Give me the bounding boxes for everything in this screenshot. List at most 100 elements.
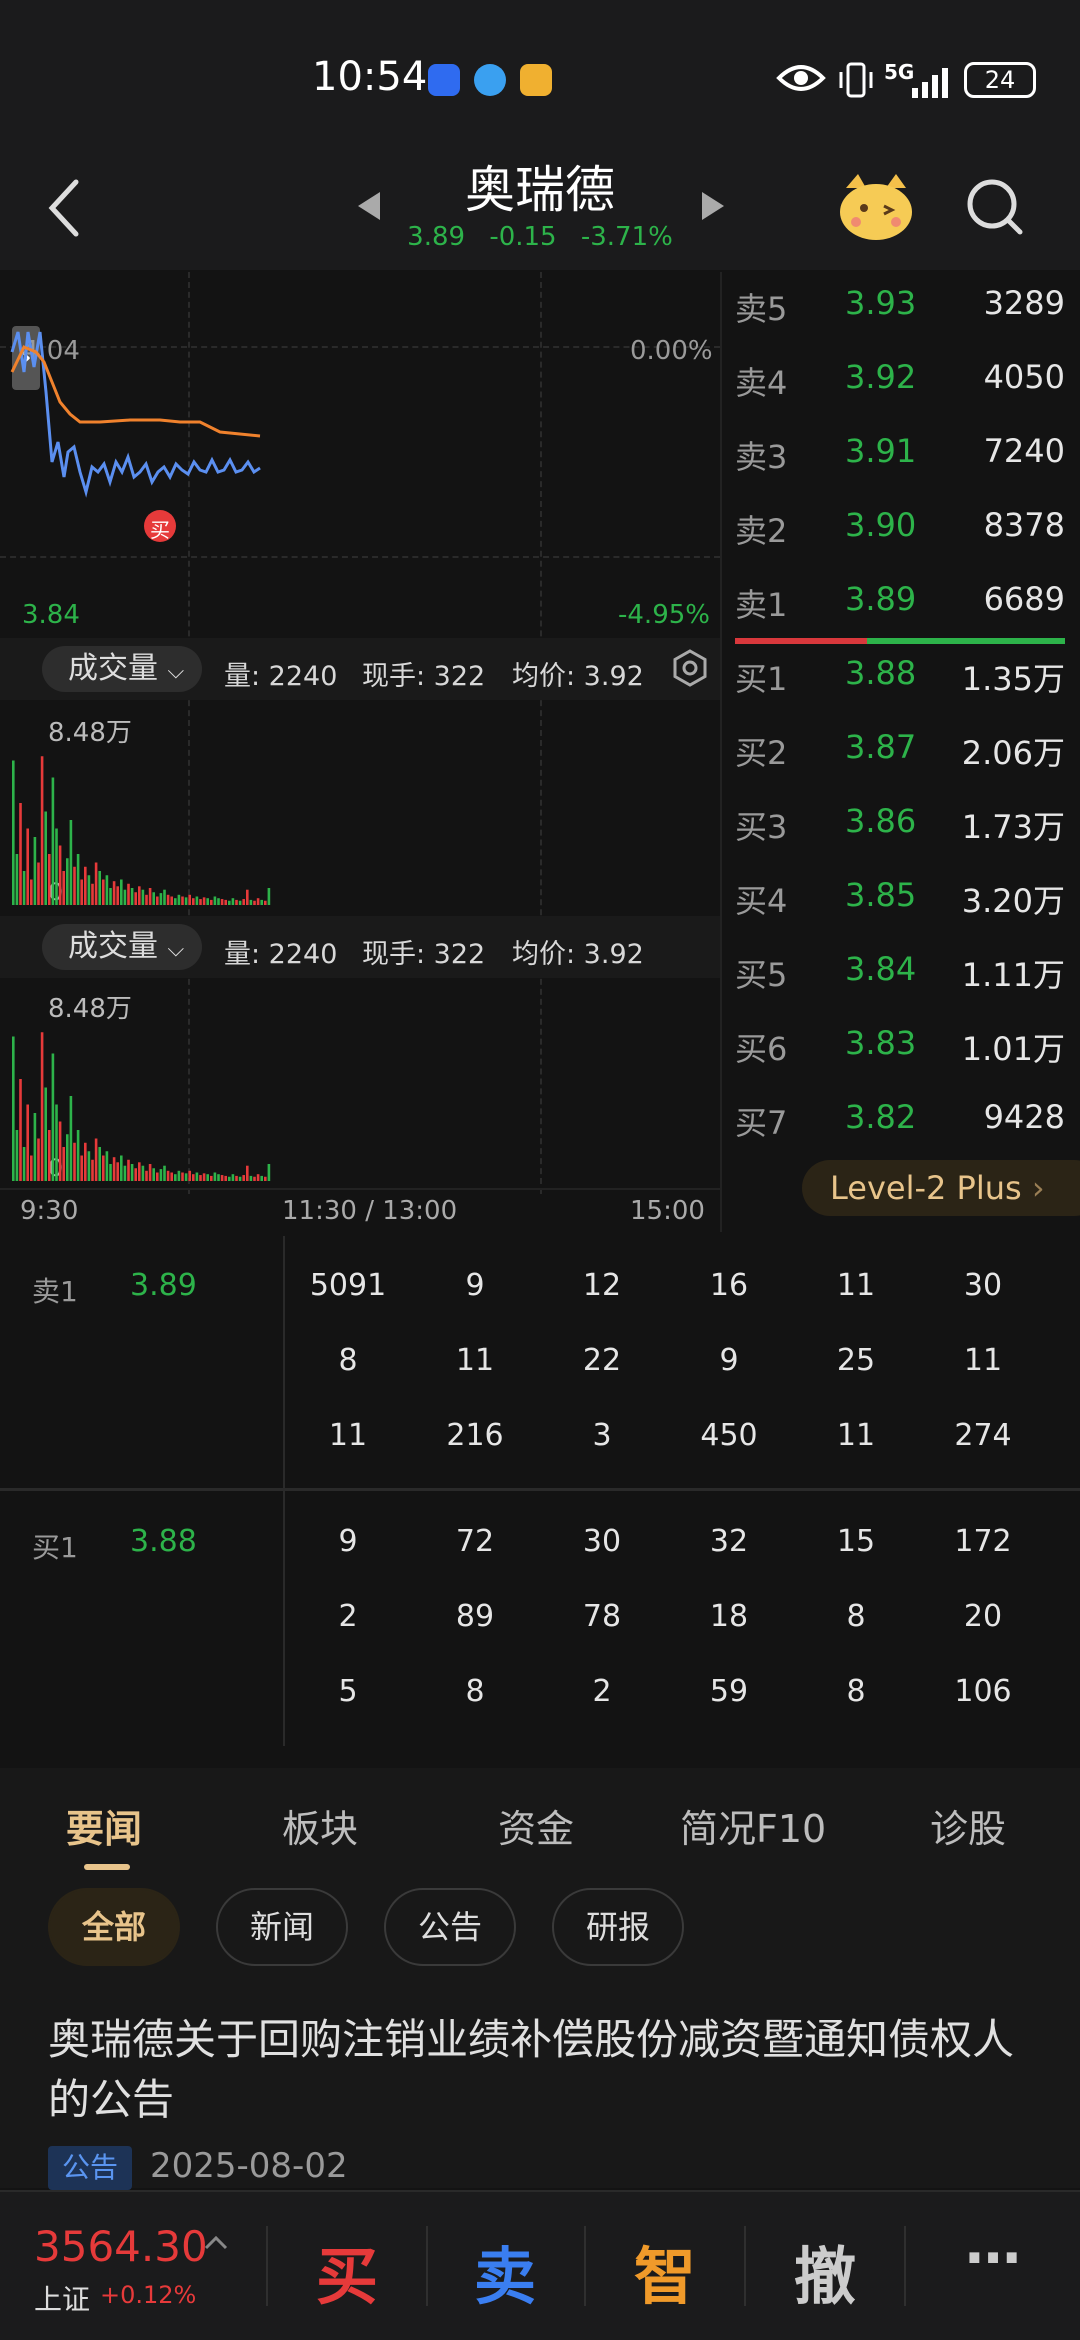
volume-bar: [22, 1147, 26, 1181]
volume-bar: [30, 879, 33, 905]
level2-label: Level-2 Plus: [830, 1169, 1022, 1207]
volume-bar: [267, 1164, 271, 1181]
signal-icon: [912, 68, 948, 98]
more-button[interactable]: ⋯: [938, 2226, 1048, 2291]
queue-buy-cell: 30: [582, 1524, 622, 1559]
volume-bar: [76, 1130, 80, 1181]
volume-bar: [202, 1173, 206, 1181]
volume-bar: [102, 879, 105, 905]
ob-price: 3.89: [845, 580, 917, 618]
volume-total: 量: 2240: [224, 661, 338, 692]
volume-bar: [264, 1176, 267, 1181]
chevron-up-icon: [204, 2235, 228, 2250]
volume-bar: [202, 897, 206, 905]
volume-bar: [37, 862, 40, 905]
volume-bar: [170, 1172, 173, 1181]
indicator-selector-1[interactable]: 成交量 ⌵: [42, 646, 202, 692]
sell-button[interactable]: 卖: [450, 2226, 560, 2316]
settings-hex-icon[interactable]: [670, 648, 710, 688]
filter-news[interactable]: 新闻: [216, 1888, 348, 1966]
volume-bar: [166, 894, 170, 905]
volume-bar: [98, 1147, 101, 1181]
ob-level-label: 买3: [735, 808, 788, 846]
bid-row[interactable]: 买5 3.84 1.11万: [735, 950, 1065, 1024]
indicator-selector-2[interactable]: 成交量 ⌵: [42, 924, 202, 970]
tab-funds[interactable]: 资金: [498, 1798, 574, 1853]
price-line-chart: [10, 331, 261, 542]
buy-marker-label: 买: [150, 518, 170, 542]
news-item-title[interactable]: 奥瑞德关于回购注销业绩补偿股份减资暨通知债权人的公告: [48, 2010, 1038, 2130]
volume-bar: [69, 1096, 73, 1181]
toolbar-divider: [744, 2226, 746, 2306]
buy-button[interactable]: 买: [292, 2226, 402, 2316]
battery-indicator: 24: [964, 62, 1036, 98]
ob-volume: 3289: [983, 284, 1065, 322]
active-tab-indicator: [84, 1864, 130, 1870]
queue-buy-cell: 8: [846, 1599, 866, 1634]
ob-price: 3.85: [845, 876, 917, 914]
bid-row[interactable]: 买6 3.83 1.01万: [735, 1024, 1065, 1098]
search-icon[interactable]: [964, 176, 1026, 238]
ask-row[interactable]: 卖2 3.90 8378: [735, 506, 1065, 580]
index-value[interactable]: 3564.30: [34, 2222, 208, 2271]
volume-bar: [188, 1170, 191, 1181]
ask-row[interactable]: 卖4 3.92 4050: [735, 358, 1065, 432]
tab-sector[interactable]: 板块: [282, 1798, 358, 1853]
volume-bar: [145, 894, 148, 905]
queue-buy-cell: 32: [709, 1524, 749, 1559]
smart-button[interactable]: 智: [610, 2226, 720, 2316]
volume-bar: [33, 1113, 37, 1181]
volume-bar: [55, 828, 58, 905]
chevron-down-icon: ⌵: [167, 659, 185, 684]
ask-row[interactable]: 卖5 3.93 3289: [735, 284, 1065, 358]
queue-buy-cell: 2: [338, 1599, 358, 1634]
volume-bar: [66, 1134, 69, 1181]
filter-research[interactable]: 研报: [552, 1888, 684, 1966]
queue-buy-cell: 172: [954, 1524, 1012, 1559]
ob-volume: 2.06万: [961, 734, 1065, 772]
cancel-order-button[interactable]: 撤: [770, 2226, 880, 2316]
volume-bar: [123, 889, 127, 905]
chevron-right-icon: ›: [1031, 1169, 1045, 1207]
tab-profile-f10[interactable]: 简况F10: [680, 1798, 826, 1853]
voice-app-icon: [428, 64, 460, 96]
volume-bar: [40, 1032, 44, 1181]
volume-bar: [260, 899, 263, 905]
volume-bar: [199, 899, 202, 905]
mascot-icon[interactable]: [836, 168, 916, 242]
volume-bars-2: [12, 1032, 271, 1181]
order-queue-table: [0, 1234, 1080, 1748]
price-change: -0.15: [489, 222, 557, 252]
volume-bar: [141, 889, 145, 905]
tab-diagnosis[interactable]: 诊股: [930, 1798, 1006, 1853]
volume-bar: [73, 1142, 76, 1181]
level2-plus-button[interactable]: Level-2 Plus ›: [802, 1160, 1080, 1216]
volume-bar: [195, 1172, 199, 1181]
eye-icon: [776, 65, 826, 91]
tab-news[interactable]: 要闻: [66, 1798, 142, 1853]
filter-announcement[interactable]: 公告: [384, 1888, 516, 1966]
volume-bar: [94, 1138, 98, 1181]
toolbar-divider: [584, 2226, 586, 2306]
bid-row[interactable]: 买1 3.88 1.35万: [735, 654, 1065, 728]
ob-price: 3.90: [845, 506, 917, 544]
volume-bar: [231, 1174, 235, 1181]
ob-price: 3.87: [845, 728, 917, 766]
filter-all[interactable]: 全部: [48, 1888, 180, 1966]
queue-buy-cell: 9: [338, 1524, 358, 1559]
queue-sell-cell: 9: [465, 1268, 485, 1303]
time-axis-mid: 11:30 / 13:00: [282, 1196, 458, 1226]
queue-sell-cell: 9: [719, 1343, 739, 1378]
ask-row[interactable]: 卖3 3.91 7240: [735, 432, 1065, 506]
queue-sell-cell: 11: [836, 1418, 876, 1453]
bid-row[interactable]: 买3 3.86 1.73万: [735, 802, 1065, 876]
bid-row[interactable]: 买4 3.85 3.20万: [735, 876, 1065, 950]
volume-bar: [19, 1079, 22, 1181]
bid-row[interactable]: 买2 3.87 2.06万: [735, 728, 1065, 802]
volume-bar: [264, 900, 267, 905]
time-axis-end: 15:00: [630, 1196, 705, 1226]
queue-sell-price: 3.89: [130, 1268, 197, 1303]
volume-total: 量: 2240: [224, 939, 338, 970]
queue-sell-cell: 12: [582, 1268, 622, 1303]
queue-divider-horizontal: [0, 1488, 1080, 1491]
